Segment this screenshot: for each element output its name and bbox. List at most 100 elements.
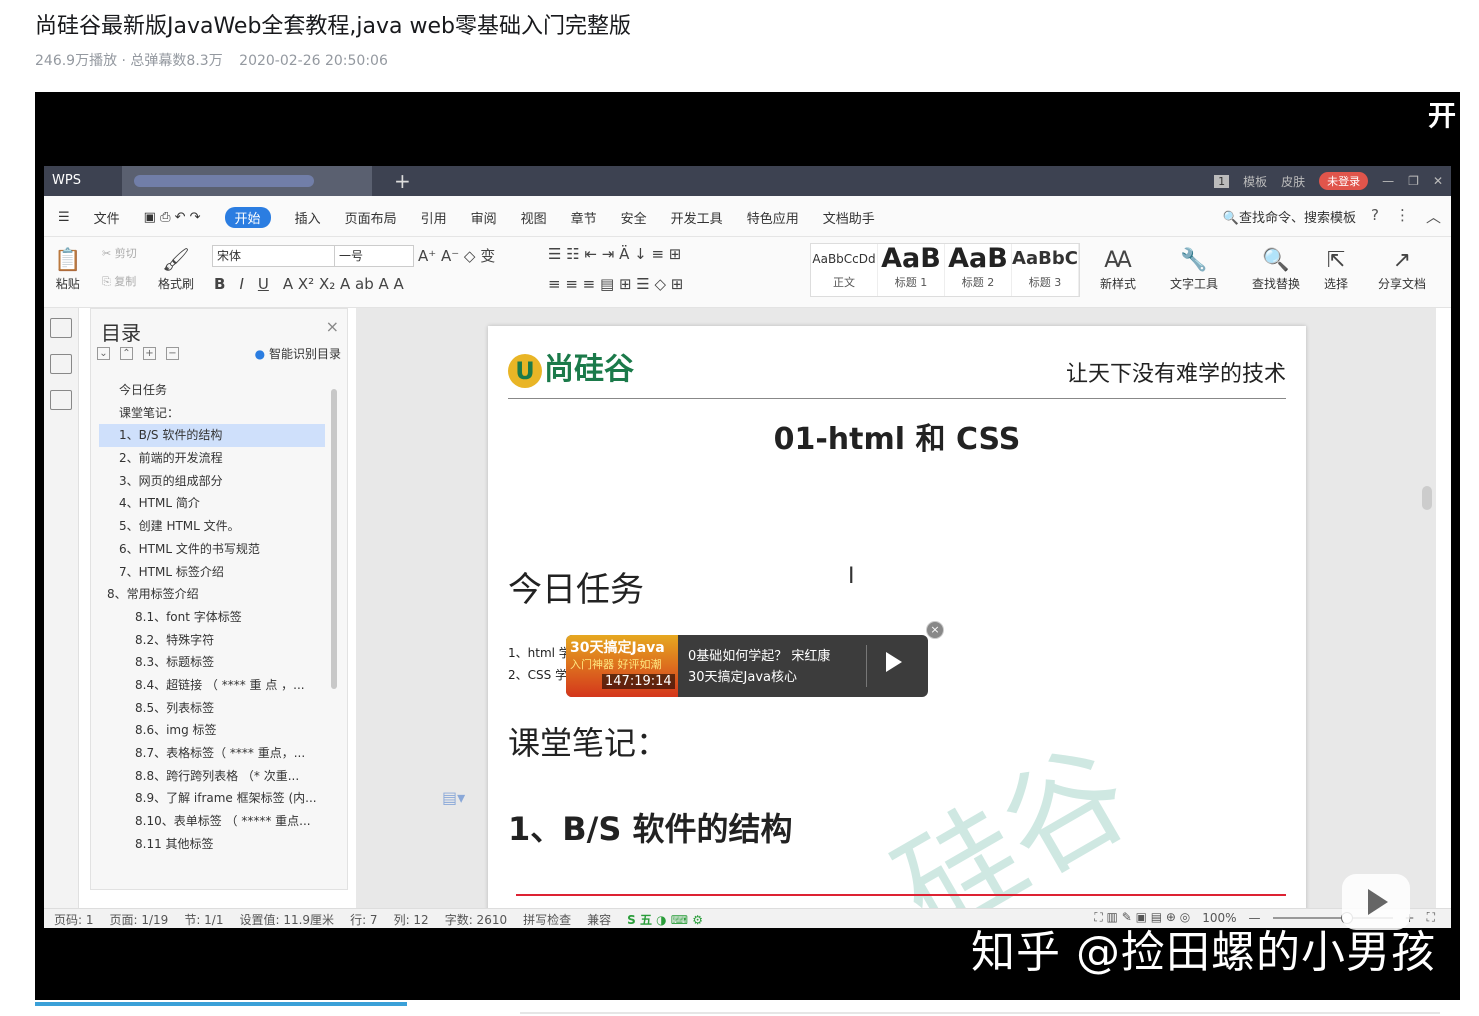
- document-page[interactable]: U 尚硅谷 让天下没有难学的技术 01-html 和 CSS 硅谷 今日任务 I …: [488, 326, 1306, 928]
- select-button[interactable]: ⇱ 选择: [1324, 247, 1348, 292]
- add-icon[interactable]: +: [143, 347, 156, 360]
- paragraph-tools-top[interactable]: ☰ ☷ ⇤ ⇥ Ä ↓ ≡ ⊞: [548, 245, 681, 263]
- toc-item[interactable]: 6、HTML 文件的书写规范: [99, 538, 325, 561]
- toc-panel-icon[interactable]: [50, 318, 72, 338]
- status-compat[interactable]: 兼容: [587, 911, 611, 928]
- toc-item[interactable]: 4、HTML 简介: [99, 492, 325, 515]
- toc-scrollbar[interactable]: [331, 389, 337, 689]
- document-tab[interactable]: [122, 166, 372, 196]
- new-tab-icon[interactable]: +: [394, 169, 411, 193]
- menu-start[interactable]: 开始: [224, 207, 271, 228]
- scroll-thumb[interactable]: [1422, 486, 1432, 510]
- ime-toolbar[interactable]: S 五 ◑ ⌨ ⚙: [627, 911, 703, 928]
- page-count-badge[interactable]: 1: [1214, 174, 1230, 188]
- skin-button[interactable]: 皮肤: [1281, 173, 1305, 190]
- toc-item[interactable]: 5、创建 HTML 文件。: [99, 515, 325, 538]
- new-style-button[interactable]: Ꜳ 新样式: [1100, 247, 1136, 292]
- status-spellcheck[interactable]: 拼写检查: [523, 911, 571, 928]
- menu-assistant[interactable]: 文档助手: [823, 208, 875, 227]
- status-page[interactable]: 页码: 1: [54, 911, 94, 928]
- menu-view[interactable]: 视图: [521, 208, 547, 227]
- document-canvas[interactable]: ▤▾ U 尚硅谷 让天下没有难学的技术 01-html 和 CSS 硅谷 今日任务…: [356, 308, 1436, 928]
- restore-icon[interactable]: ❐: [1408, 174, 1419, 188]
- toc-item[interactable]: 今日任务: [99, 379, 325, 402]
- quick-access-icons[interactable]: ▣ ⎙ ↶ ↷: [144, 210, 201, 225]
- paste-button[interactable]: 📋 粘贴: [54, 247, 81, 292]
- status-wordcount[interactable]: 字数: 2610: [445, 911, 507, 928]
- status-col[interactable]: 列: 12: [394, 911, 429, 928]
- toc-item[interactable]: 8.6、img 标签: [99, 719, 325, 742]
- toc-close-icon[interactable]: ×: [326, 317, 339, 336]
- expand-icon[interactable]: ⌄: [97, 347, 110, 360]
- menu-insert[interactable]: 插入: [295, 208, 321, 227]
- style-heading1[interactable]: AaB 标题 1: [878, 244, 945, 296]
- toc-item[interactable]: 8.9、了解 iframe 框架标签 (内...: [99, 787, 325, 810]
- progress-bar[interactable]: [35, 1002, 407, 1006]
- font-size-tools[interactable]: A⁺ A⁻ ◇ 变: [418, 245, 495, 266]
- style-normal[interactable]: AaBbCcDd 正文: [811, 244, 878, 296]
- toc-item[interactable]: 8.10、表单标签 （ ***** 重点...: [99, 810, 325, 833]
- wps-logo[interactable]: WPS: [52, 173, 81, 188]
- toc-item[interactable]: 8.3、标题标签: [99, 651, 325, 674]
- bookmark-icon[interactable]: [50, 390, 72, 410]
- video-player[interactable]: 开 WPS + 1 模板 皮肤 未登录 — ❐ ✕ ☰ 文件 ▣ ⎙ ↶ ↷ 开…: [35, 92, 1460, 1006]
- help-icon[interactable]: ?: [1371, 206, 1379, 227]
- format-painter-button[interactable]: 🖌 格式刷: [158, 247, 194, 292]
- style-sample: AaBbC: [1012, 248, 1078, 269]
- recommended-video-card[interactable]: 30天搞定Java 入门神器 好评如潮 147:19:14 0基础如何学起？ 宋…: [566, 621, 944, 697]
- close-icon[interactable]: ✕: [1433, 174, 1443, 188]
- menu-review[interactable]: 审阅: [471, 208, 497, 227]
- menu-reference[interactable]: 引用: [421, 208, 447, 227]
- font-format-tools[interactable]: B I U A X² X₂ A ab A A: [214, 275, 404, 293]
- document-map-icon[interactable]: ▤▾: [442, 788, 465, 807]
- smart-toc-button[interactable]: ● 智能识别目录: [255, 345, 341, 362]
- status-row[interactable]: 行: 7: [350, 911, 378, 928]
- status-section[interactable]: 节: 1/1: [184, 911, 223, 928]
- remove-icon[interactable]: −: [166, 347, 179, 360]
- toc-item[interactable]: 课堂笔记：: [99, 402, 325, 425]
- document-scrollbar[interactable]: [1422, 458, 1432, 928]
- template-button[interactable]: 模板: [1243, 173, 1267, 190]
- menu-chapter[interactable]: 章节: [571, 208, 597, 227]
- search-label: 查找命令、搜索模板: [1238, 211, 1356, 226]
- menu-security[interactable]: 安全: [621, 208, 647, 227]
- style-heading2[interactable]: AaB 标题 2: [945, 244, 1012, 296]
- close-ad-icon[interactable]: ×: [926, 621, 944, 639]
- share-button[interactable]: ↗ 分享文档: [1378, 247, 1426, 292]
- font-family-select[interactable]: 宋体: [212, 245, 336, 267]
- collapse-icon[interactable]: ⌃: [120, 347, 133, 360]
- play-icon[interactable]: [886, 652, 902, 672]
- collapse-ribbon-icon[interactable]: ︿: [1426, 206, 1441, 227]
- login-button[interactable]: 未登录: [1319, 172, 1369, 190]
- toc-item[interactable]: 8.4、超链接 （ **** 重 点 ，...: [99, 674, 325, 697]
- text-tool-button[interactable]: 🔧 文字工具: [1170, 247, 1218, 292]
- menu-layout[interactable]: 页面布局: [345, 208, 397, 227]
- status-pages[interactable]: 页面: 1/19: [110, 911, 169, 928]
- toc-item[interactable]: 8.11 其他标签: [99, 833, 325, 856]
- toc-item[interactable]: 8、常用标签介绍: [99, 583, 325, 606]
- menu-file[interactable]: 文件: [94, 208, 120, 227]
- cut-button[interactable]: ✂ 剪切: [102, 245, 137, 261]
- paragraph-tools-bottom[interactable]: ≡ ≡ ≡ ▤ ⊞ ☰ ◇ ⊞: [548, 275, 683, 293]
- toc-item[interactable]: 7、HTML 标签介绍: [99, 561, 325, 584]
- toc-item[interactable]: 8.1、font 字体标签: [99, 606, 325, 629]
- copy-button[interactable]: ⎘ 复制: [102, 273, 136, 289]
- menu-devtools[interactable]: 开发工具: [671, 208, 723, 227]
- toc-item-selected[interactable]: 1、B/S 软件的结构: [99, 424, 325, 448]
- toc-item[interactable]: 8.2、特殊字符: [99, 629, 325, 652]
- font-size-select[interactable]: 一号: [334, 245, 414, 267]
- find-replace-button[interactable]: 🔍 查找替换: [1252, 247, 1300, 292]
- page-thumb-icon[interactable]: [50, 354, 72, 374]
- toc-item[interactable]: 8.5、列表标签: [99, 697, 325, 720]
- menu-icon[interactable]: ☰: [58, 210, 70, 225]
- menu-features[interactable]: 特色应用: [747, 208, 799, 227]
- command-search[interactable]: 🔍查找命令、搜索模板: [1223, 207, 1356, 226]
- more-icon[interactable]: ⋮: [1395, 206, 1410, 227]
- status-position[interactable]: 设置值: 11.9厘米: [239, 911, 334, 928]
- toc-item[interactable]: 8.8、跨行跨列表格 （* 次重...: [99, 765, 325, 788]
- toc-item[interactable]: 8.7、表格标签（ **** 重点，...: [99, 742, 325, 765]
- toc-item[interactable]: 2、前端的开发流程: [99, 447, 325, 470]
- style-heading3[interactable]: AaBbC 标题 3: [1012, 244, 1079, 296]
- toc-item[interactable]: 3、网页的组成部分: [99, 470, 325, 493]
- minimize-icon[interactable]: —: [1382, 174, 1394, 188]
